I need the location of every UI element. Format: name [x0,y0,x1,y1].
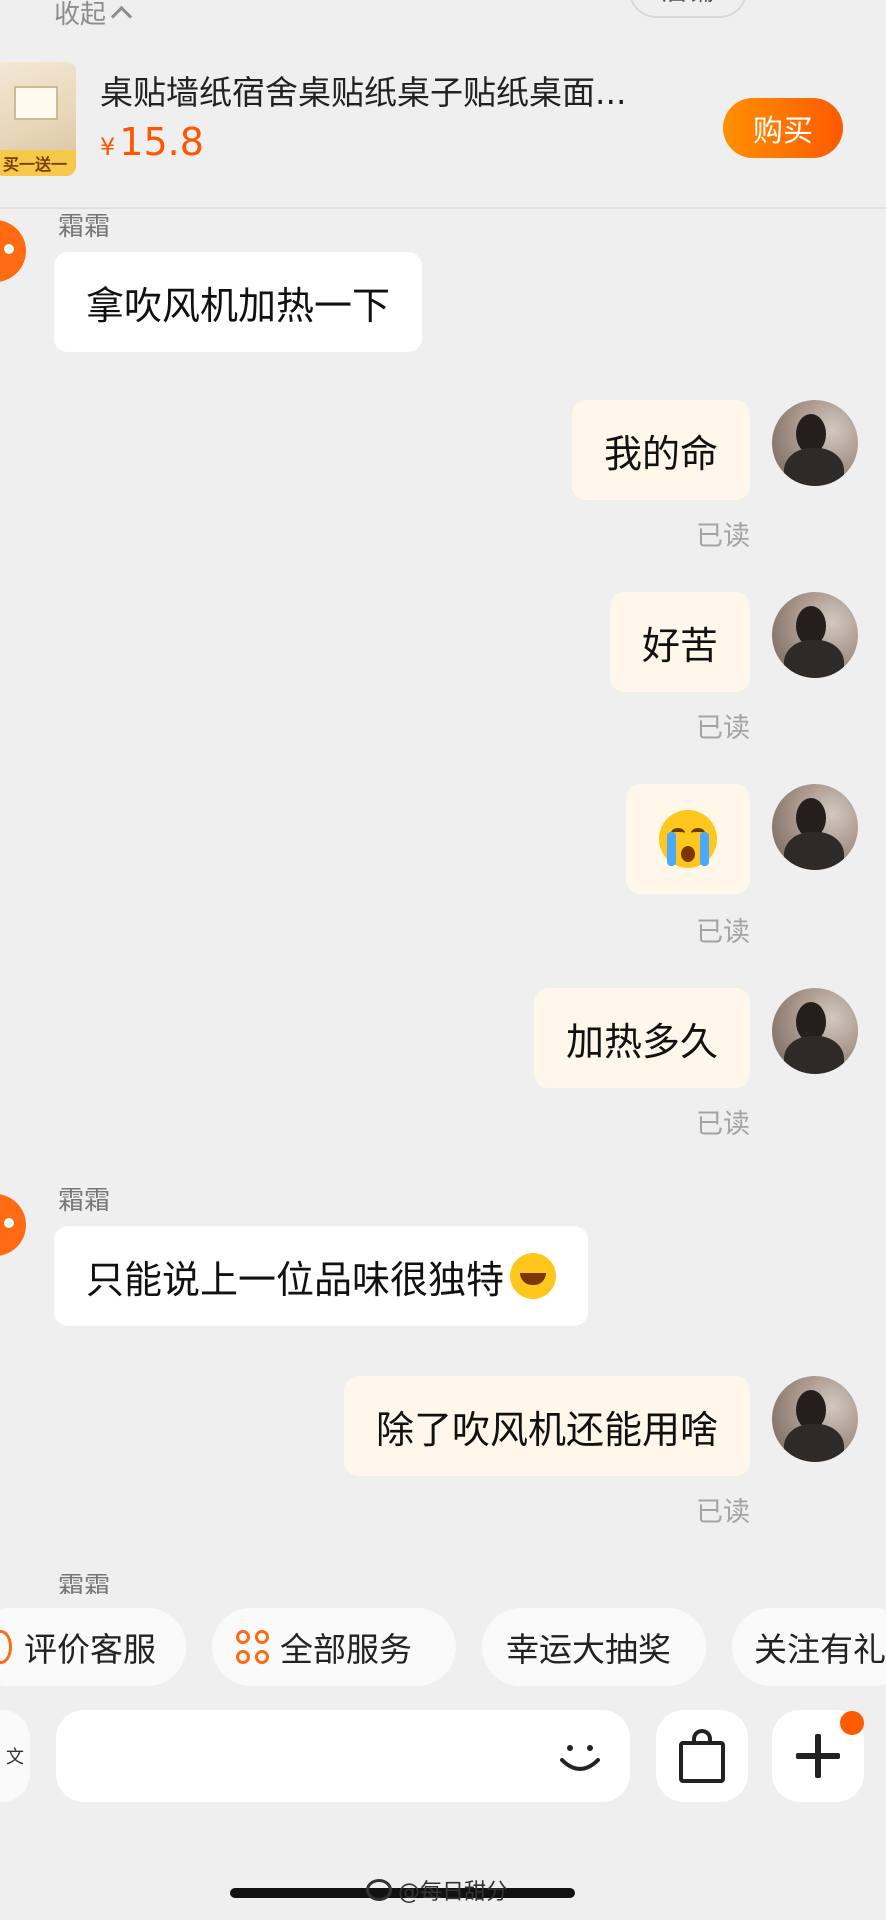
user-avatar[interactable] [772,988,858,1074]
service-rating-icon [0,1630,12,1664]
read-status: 已读 [696,1109,750,1140]
read-status: 已读 [696,713,750,744]
chip-lucky-draw[interactable]: 幸运大抽奖 [482,1608,706,1686]
collapse-label: 收起 [54,0,107,30]
shopping-bag-icon [679,1729,725,1783]
message-bubble-outgoing[interactable] [626,784,750,894]
user-avatar[interactable] [772,784,858,870]
smile-icon[interactable] [556,1732,604,1780]
read-status: 已读 [696,1497,750,1528]
header-divider [0,207,886,209]
chip-label: 幸运大抽奖 [506,1630,671,1669]
message-text: 我的命 [603,431,718,476]
product-image-shelf [14,86,58,120]
shop-avatar[interactable] [0,1194,26,1256]
message-bubble-incoming[interactable]: 拿吹风机加热一下 [54,252,423,352]
chip-label: 关注有礼 [754,1630,886,1669]
product-price: ¥ 15.8 [100,120,204,164]
sender-name: 霜霜 [58,212,111,242]
shop-avatar[interactable] [0,220,26,282]
sender-name: 霜霜 [58,1572,111,1594]
chip-rate-service[interactable]: 评价客服 [0,1608,186,1686]
price-value: 15.8 [119,120,204,164]
shopping-bag-button[interactable] [656,1710,748,1802]
shop-button[interactable]: 店铺 [628,0,748,18]
message-text: 除了吹风机还能用啥 [375,1407,718,1452]
watermark-text: @每日甜分 [398,1880,509,1905]
watermark: @每日甜分 [366,1874,508,1906]
user-avatar[interactable] [772,592,858,678]
product-title[interactable]: 桌贴墙纸宿舍桌贴纸桌子贴纸桌面... [100,66,626,114]
user-avatar[interactable] [772,1376,858,1462]
sender-name: 霜霜 [58,1186,111,1216]
chevron-up-icon [110,5,133,28]
weibo-logo-icon [366,1879,392,1901]
product-thumbnail[interactable]: 买一送一 [0,62,76,176]
product-thumb-badge: 买一送一 [0,150,76,176]
message-bubble-outgoing[interactable]: 好苦 [609,592,750,692]
message-input[interactable] [56,1710,630,1802]
chip-label: 评价客服 [24,1630,156,1669]
message-text: 拿吹风机加热一下 [86,283,391,328]
message-bubble-outgoing[interactable]: 除了吹风机还能用啥 [343,1376,750,1476]
keyboard-toggle[interactable]: 文 [0,1710,30,1802]
message-bubble-outgoing[interactable]: 加热多久 [533,988,750,1088]
chip-all-services[interactable]: 全部服务 [212,1608,456,1686]
message-text: 只能说上一位品味很独特 [86,1257,505,1302]
laughing-emoji-icon [510,1253,557,1299]
buy-button[interactable]: 购买 [723,98,843,158]
shop-label: 店铺 [662,0,714,8]
grid-icon [236,1630,270,1664]
notification-dot [840,1711,864,1735]
keyboard-toggle-label: 文 [6,1747,24,1768]
plus-icon [796,1734,840,1778]
message-bubble-outgoing[interactable]: 我的命 [571,400,750,500]
buy-label: 购买 [753,114,813,149]
message-text: 好苦 [641,623,718,668]
user-avatar[interactable] [772,400,858,486]
message-text: 加热多久 [565,1019,718,1064]
crying-emoji-icon [659,810,717,868]
chip-follow-gift[interactable]: 关注有礼 [732,1608,886,1686]
read-status: 已读 [696,521,750,552]
read-status: 已读 [696,917,750,948]
currency-symbol: ¥ [100,133,116,161]
collapse-toggle[interactable]: 收起 [54,0,133,31]
chip-label: 全部服务 [280,1630,412,1669]
message-bubble-incoming[interactable]: 只能说上一位品味很独特 [54,1226,589,1326]
